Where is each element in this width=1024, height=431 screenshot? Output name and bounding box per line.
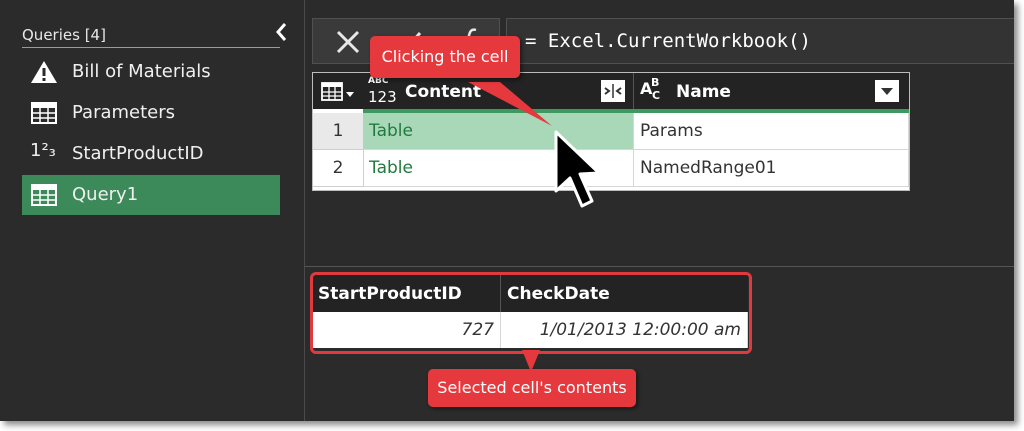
column-header-content[interactable]: ABC 123 Content [363, 73, 634, 109]
expand-column-button[interactable] [601, 80, 625, 102]
formula-bar[interactable]: = Excel.CurrentWorkbook() [506, 18, 1014, 64]
column-header-label: Name [676, 82, 731, 102]
column-header-label: Content [405, 82, 482, 102]
chevron-left-icon [276, 23, 287, 41]
any-type-icon: ABC 123 [368, 76, 397, 106]
chevron-down-icon [881, 88, 893, 95]
name-cell[interactable]: Params [634, 113, 909, 150]
annotation-callout-top: Clicking the cell [370, 36, 520, 78]
query-item-parameters[interactable]: Parameters [22, 93, 280, 133]
text-type-icon: A B C [640, 76, 661, 102]
query-item-label: Query1 [72, 184, 139, 205]
table-menu-icon [321, 82, 354, 101]
row-number[interactable]: 1 [313, 113, 364, 150]
preview-divider [305, 266, 1014, 267]
table-icon [31, 184, 57, 206]
query-item-label: StartProductID [72, 143, 204, 164]
content-cell[interactable]: Table [363, 150, 634, 187]
query-item-bill-of-materials[interactable]: Bill of Materials [22, 52, 280, 92]
number-type-icon: 1²₃ [30, 140, 56, 161]
queries-header-divider [22, 47, 280, 48]
name-cell[interactable]: NamedRange01 [634, 150, 909, 187]
row-number[interactable]: 2 [313, 150, 364, 187]
expand-icon [604, 84, 622, 98]
query-item-label: Parameters [72, 102, 176, 123]
table-icon [31, 102, 57, 124]
query-item-label: Bill of Materials [72, 61, 211, 82]
preview-highlight [310, 272, 752, 354]
table-menu-button[interactable] [313, 73, 364, 109]
filter-dropdown-button[interactable] [875, 80, 899, 102]
formula-text[interactable]: = Excel.CurrentWorkbook() [525, 30, 811, 52]
cancel-icon[interactable] [335, 29, 361, 55]
warning-icon [31, 61, 57, 83]
data-grid: ABC 123 Content A B C Name 1 Table Param… [312, 72, 910, 191]
column-header-name[interactable]: A B C Name [634, 73, 909, 109]
collapse-pane-button[interactable] [270, 18, 294, 46]
queries-header: Queries [4] [22, 26, 106, 44]
pane-divider [304, 0, 305, 421]
query-item-startproductid[interactable]: 1²₃ StartProductID [22, 134, 280, 174]
content-cell-selected[interactable]: Table [363, 113, 634, 150]
queries-pane: Queries [4] Bill of Materials Parameters… [0, 0, 304, 421]
power-query-editor: Queries [4] Bill of Materials Parameters… [0, 0, 1014, 421]
annotation-callout-bottom: Selected cell's contents [428, 369, 636, 407]
query-item-query1[interactable]: Query1 [22, 175, 280, 215]
